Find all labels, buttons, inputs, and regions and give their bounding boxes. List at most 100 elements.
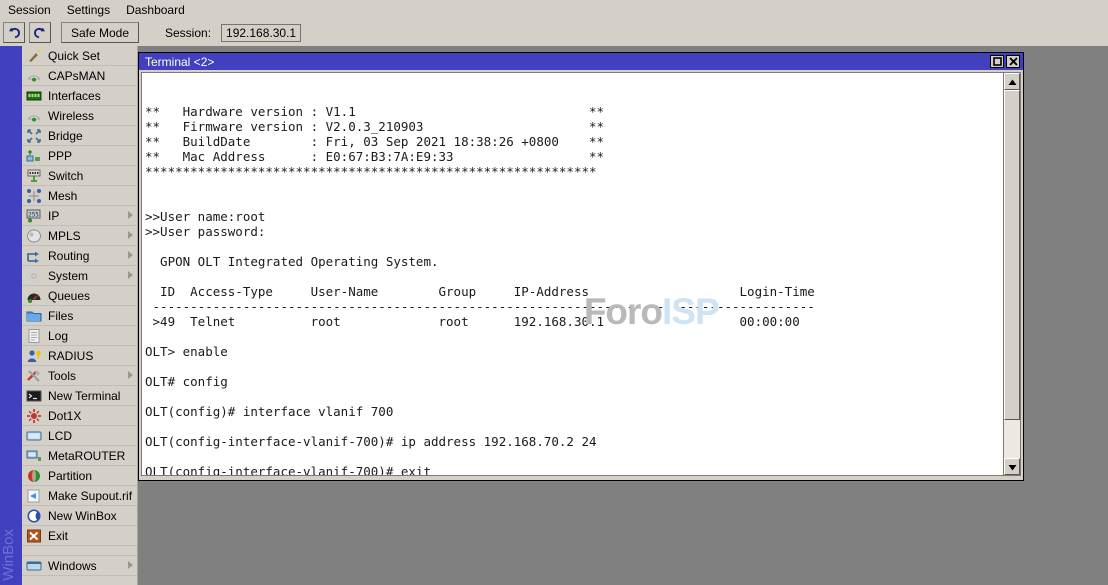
terminal-line: OLT(config-interface-vlanif-700)# exit bbox=[145, 464, 1003, 476]
sidebar-item-dot1x[interactable]: Dot1X bbox=[22, 406, 137, 426]
sidebar-item-label: Quick Set bbox=[48, 49, 100, 63]
nic-card-icon bbox=[26, 88, 43, 104]
menu-session[interactable]: Session bbox=[0, 2, 59, 18]
sidebar-item-ppp[interactable]: PPP bbox=[22, 146, 137, 166]
terminal-line bbox=[145, 239, 1003, 254]
sidebar-item-label: RADIUS bbox=[48, 349, 93, 363]
terminal-line: ** BuildDate : Fri, 03 Sep 2021 18:38:26… bbox=[145, 134, 1003, 149]
terminal-line: >>User password: bbox=[145, 224, 1003, 239]
menu-settings[interactable]: Settings bbox=[59, 2, 118, 18]
ip-255-icon: 255 bbox=[26, 208, 43, 224]
dot1x-icon bbox=[26, 408, 43, 424]
sidebar-item-new-winbox[interactable]: New WinBox bbox=[22, 506, 137, 526]
terminal-scrollbar[interactable] bbox=[1003, 72, 1021, 476]
window-icon bbox=[26, 558, 43, 574]
sidebar-item-files[interactable]: Files bbox=[22, 306, 137, 326]
sidebar-item-lcd[interactable]: LCD bbox=[22, 426, 137, 446]
terminal-line: ID Access-Type User-Name Group IP-Addres… bbox=[145, 284, 1003, 299]
sidebar-item-metarouter[interactable]: MetaROUTER bbox=[22, 446, 137, 466]
sidebar-item-label: Wireless bbox=[48, 109, 94, 123]
sidebar-item-ip[interactable]: 255 IP bbox=[22, 206, 137, 226]
sidebar-item-bridge[interactable]: Bridge bbox=[22, 126, 137, 146]
arrow-down-icon bbox=[1008, 458, 1017, 476]
scroll-track[interactable] bbox=[1004, 90, 1020, 458]
undo-icon bbox=[7, 26, 21, 40]
maximize-icon bbox=[993, 55, 1002, 69]
sidebar-item-label: System bbox=[48, 269, 88, 283]
sidebar-menu: Quick Set CAPsMAN Interfa bbox=[22, 46, 138, 585]
sidebar-item-windows[interactable]: Windows bbox=[22, 556, 137, 576]
redo-button[interactable] bbox=[29, 22, 51, 43]
session-value[interactable]: 192.168.30.1 bbox=[221, 24, 301, 42]
sidebar-item-label: Tools bbox=[48, 369, 76, 383]
sidebar-item-label: Windows bbox=[48, 559, 97, 573]
terminal-line: OLT> enable bbox=[145, 344, 1003, 359]
menu-dashboard[interactable]: Dashboard bbox=[118, 2, 193, 18]
terminal-line: OLT(config-interface-vlanif-700)# ip add… bbox=[145, 434, 1003, 449]
sidebar-item-routing[interactable]: Routing bbox=[22, 246, 137, 266]
maximize-button[interactable] bbox=[990, 55, 1004, 68]
sidebar-item-system[interactable]: System bbox=[22, 266, 137, 286]
safe-mode-button[interactable]: Safe Mode bbox=[61, 22, 139, 43]
partition-icon bbox=[26, 468, 43, 484]
sidebar-item-label: Dot1X bbox=[48, 409, 81, 423]
sidebar-item-label: LCD bbox=[48, 429, 72, 443]
sidebar-item-mpls[interactable]: MPLS bbox=[22, 226, 137, 246]
sidebar-item-wireless[interactable]: Wireless bbox=[22, 106, 137, 126]
winbox-app: Session Settings Dashboard Safe Mode Ses… bbox=[0, 0, 1108, 585]
toolbar: Safe Mode Session: 192.168.30.1 bbox=[0, 19, 1108, 46]
sidebar-item-interfaces[interactable]: Interfaces bbox=[22, 86, 137, 106]
sidebar-item-label: Switch bbox=[48, 169, 83, 183]
terminal-line: >49 Telnet root root 192.168.30.1 00:00:… bbox=[145, 314, 1003, 329]
sidebar-item-label: Mesh bbox=[48, 189, 77, 203]
terminal-line bbox=[145, 359, 1003, 374]
undo-button[interactable] bbox=[3, 22, 25, 43]
sidebar-item-capsman[interactable]: CAPsMAN bbox=[22, 66, 137, 86]
wand-icon bbox=[26, 48, 43, 64]
terminal-line: ----------------------------------------… bbox=[145, 299, 1003, 314]
window-controls bbox=[990, 55, 1023, 68]
terminal-titlebar[interactable]: Terminal <2> bbox=[139, 53, 1023, 70]
sidebar-item-log[interactable]: Log bbox=[22, 326, 137, 346]
sidebar-item-queues[interactable]: Queues bbox=[22, 286, 137, 306]
terminal-window: Terminal <2> ** Hardware version : V1.1 bbox=[138, 52, 1024, 481]
chevron-right-icon bbox=[128, 231, 133, 239]
sidebar-item-switch[interactable]: Switch bbox=[22, 166, 137, 186]
sidebar-item-tools[interactable]: Tools bbox=[22, 366, 137, 386]
sidebar-item-exit[interactable]: Exit bbox=[22, 526, 137, 546]
terminal-icon bbox=[26, 388, 43, 404]
close-button[interactable] bbox=[1006, 55, 1020, 68]
session-label: Session: bbox=[165, 26, 211, 40]
supout-icon bbox=[26, 488, 43, 504]
terminal-line bbox=[145, 449, 1003, 464]
menu-bar: Session Settings Dashboard bbox=[0, 0, 1108, 19]
sidebar-item-partition[interactable]: Partition bbox=[22, 466, 137, 486]
sidebar-item-label: Log bbox=[48, 329, 68, 343]
sidebar-item-quick-set[interactable]: Quick Set bbox=[22, 46, 137, 66]
terminal-line: ****************************************… bbox=[145, 164, 1003, 179]
ppp-icon bbox=[26, 148, 43, 164]
sidebar-item-label: PPP bbox=[48, 149, 72, 163]
terminal-line bbox=[145, 419, 1003, 434]
sidebar-item-make-supout[interactable]: Make Supout.rif bbox=[22, 486, 137, 506]
metarouter-icon bbox=[26, 448, 43, 464]
scroll-up-button[interactable] bbox=[1004, 73, 1020, 90]
terminal-output[interactable]: ** Hardware version : V1.1 **** Firmware… bbox=[141, 72, 1003, 476]
sidebar-item-label: Interfaces bbox=[48, 89, 101, 103]
folder-icon bbox=[26, 308, 43, 324]
sidebar-item-new-terminal[interactable]: New Terminal bbox=[22, 386, 137, 406]
winbox-vertical-label: WinBox bbox=[0, 529, 22, 581]
close-icon bbox=[1009, 55, 1018, 69]
sidebar-item-label: Bridge bbox=[48, 129, 83, 143]
scroll-thumb[interactable] bbox=[1004, 90, 1020, 420]
sidebar-item-radius[interactable]: RADIUS bbox=[22, 346, 137, 366]
terminal-line bbox=[145, 179, 1003, 194]
sidebar-item-mesh[interactable]: Mesh bbox=[22, 186, 137, 206]
sidebar-item-label: CAPsMAN bbox=[48, 69, 105, 83]
sidebar-item-label: Partition bbox=[48, 469, 92, 483]
sidebar-item-label: Exit bbox=[48, 529, 68, 543]
chevron-right-icon bbox=[128, 371, 133, 379]
exit-icon bbox=[26, 528, 43, 544]
sidebar-item-label: MPLS bbox=[48, 229, 81, 243]
scroll-down-button[interactable] bbox=[1004, 458, 1020, 475]
